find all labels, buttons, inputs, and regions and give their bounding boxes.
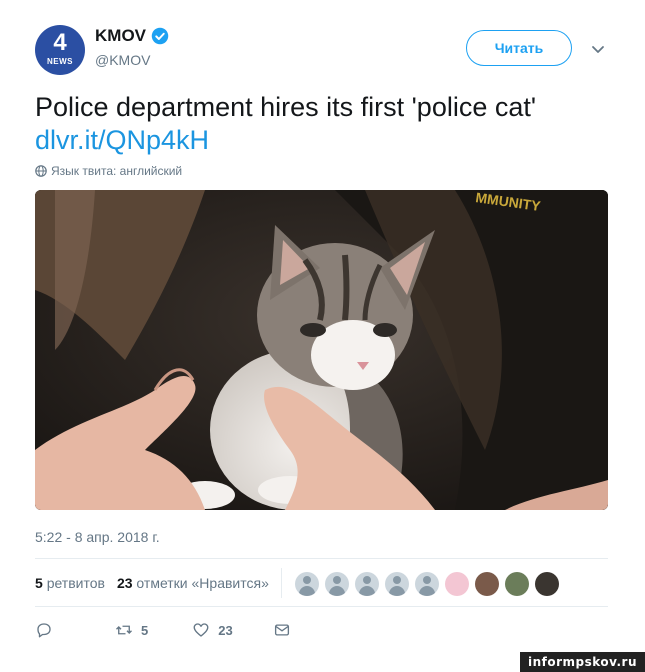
account-avatar[interactable]: 4 NEWS <box>35 25 85 75</box>
message-icon <box>274 624 289 636</box>
tweet-media[interactable]: MMUNITY <box>35 190 608 510</box>
tweet-language-note: Язык твита: английский <box>35 164 182 178</box>
retweets-label: ретвитов <box>46 575 105 591</box>
tweet-actions: 5 23 <box>35 621 291 639</box>
account-name[interactable]: KMOV <box>95 26 146 46</box>
default-avatar-icon[interactable] <box>415 572 439 596</box>
retweet-count: 5 <box>141 622 149 638</box>
retweet-icon <box>116 625 132 635</box>
globe-icon <box>35 165 47 177</box>
direct-message-button[interactable] <box>273 621 291 639</box>
tweet-link[interactable]: dlvr.it/QNp4kH <box>35 123 209 157</box>
default-avatar-icon[interactable] <box>325 572 349 596</box>
chevron-down-icon[interactable] <box>590 41 606 57</box>
default-avatar-icon[interactable] <box>355 572 379 596</box>
like-button[interactable]: 23 <box>192 621 233 639</box>
heart-icon <box>193 623 209 637</box>
stats-divider <box>281 568 282 598</box>
avatar-network: NEWS <box>47 57 73 66</box>
kitten-photo: MMUNITY <box>35 190 608 510</box>
language-label: Язык твита: английский <box>51 164 183 178</box>
tweet-timestamp[interactable]: 5:22 - 8 апр. 2018 г. <box>35 529 160 545</box>
photo-avatar[interactable] <box>475 572 499 596</box>
account-handle[interactable]: @KMOV <box>95 52 150 68</box>
divider <box>35 606 608 607</box>
photo-avatar-2[interactable] <box>535 572 559 596</box>
retweets-count: 5 <box>35 575 43 591</box>
retweets-stat[interactable]: 5 ретвитов <box>35 575 105 591</box>
retweet-button[interactable]: 5 <box>115 621 148 639</box>
likes-count: 23 <box>116 575 133 591</box>
like-count: 23 <box>218 622 233 638</box>
default-avatar-icon[interactable] <box>385 572 409 596</box>
default-avatar-icon[interactable] <box>295 572 319 596</box>
likes-stat[interactable]: 23 отметки «Нравится» <box>117 575 269 591</box>
cartoon-avatar[interactable] <box>505 572 529 596</box>
likers-list <box>295 572 565 596</box>
avatar-number: 4 <box>53 29 67 56</box>
tweet-stats: 5 ретвитов 23 отметки «Нравится» <box>35 575 281 591</box>
divider <box>35 558 608 559</box>
reply-button[interactable] <box>35 621 53 639</box>
tweet-text: Police department hires its first 'polic… <box>35 92 537 122</box>
verified-badge-icon <box>151 27 169 45</box>
site-watermark: informpskov.ru <box>519 652 645 672</box>
account-name-row[interactable]: KMOV <box>95 26 169 46</box>
follow-button[interactable]: Читать <box>466 30 572 66</box>
hello-kitty-avatar[interactable] <box>445 572 469 596</box>
likes-label: отметки «Нравится» <box>136 575 269 591</box>
reply-icon <box>37 623 51 638</box>
